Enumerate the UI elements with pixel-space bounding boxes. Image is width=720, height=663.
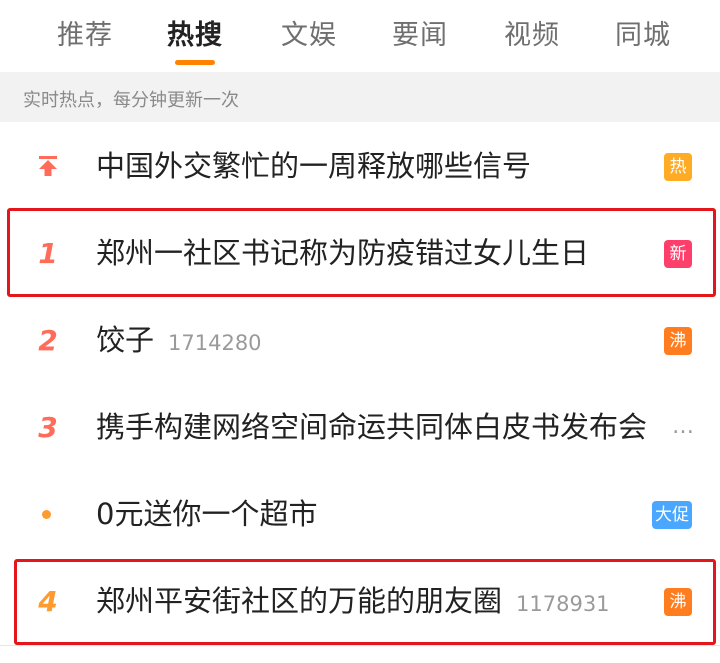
tab-video[interactable]: 视频 (504, 13, 560, 52)
tab-recommend[interactable]: 推荐 (57, 13, 113, 52)
hot-list-item-pinned[interactable]: 中国外交繁忙的一周释放哪些信号 热 (0, 122, 720, 211)
new-badge: 新 (664, 240, 692, 268)
realtime-hint-bar: 实时热点，每分钟更新一次 (0, 72, 720, 122)
boil-badge: 沸 (664, 327, 692, 355)
hot-list-item[interactable]: 4 郑州平安街社区的万能的朋友圈 1178931 沸 (0, 557, 720, 646)
rank-number: 1 (38, 236, 58, 270)
tab-entertainment[interactable]: 文娱 (281, 13, 337, 52)
dot-icon (42, 510, 51, 519)
hot-badge: 热 (664, 153, 692, 181)
promo-badge: 大促 (652, 501, 692, 529)
rank-number: 2 (38, 323, 58, 357)
boil-badge: 沸 (664, 588, 692, 616)
hot-item-title: 携手构建网络空间命运共同体白皮书发布会 (96, 410, 648, 444)
hot-item-title: 郑州平安街社区的万能的朋友圈 1178931 (96, 557, 610, 645)
tab-hot-search[interactable]: 热搜 (167, 13, 223, 52)
tab-news[interactable]: 要闻 (392, 13, 448, 52)
hot-item-title-text: 饺子 (96, 323, 155, 357)
hot-list-item[interactable]: 1 郑州一社区书记称为防疫错过女儿生日 新 (0, 209, 720, 298)
realtime-hint-text: 实时热点，每分钟更新一次 (23, 90, 239, 111)
hot-list-item[interactable]: 3 携手构建网络空间命运共同体白皮书发布会 … (0, 383, 720, 472)
active-tab-indicator (175, 60, 215, 65)
tab-local[interactable]: 同城 (615, 13, 671, 52)
hot-item-count: 1178931 (516, 592, 610, 616)
hot-list-item-promo[interactable]: 0元送你一个超市 大促 (0, 470, 720, 559)
rank-number: 4 (38, 584, 58, 618)
hot-item-title-text: 郑州平安街社区的万能的朋友圈 (96, 584, 503, 618)
hot-item-title: 饺子 1714280 (96, 296, 262, 384)
ellipsis-icon: … (672, 414, 696, 439)
hot-item-title: 中国外交繁忙的一周释放哪些信号 (96, 149, 532, 183)
hot-item-title: 郑州一社区书记称为防疫错过女儿生日 (96, 236, 590, 270)
hot-item-count: 1714280 (168, 331, 262, 355)
pin-top-icon (28, 122, 68, 210)
hot-list-item[interactable]: 2 饺子 1714280 沸 (0, 296, 720, 385)
rank-number: 3 (38, 410, 58, 444)
tab-bar: 推荐 热搜 文娱 要闻 视频 同城 (0, 0, 720, 72)
hot-item-title: 0元送你一个超市 (96, 497, 318, 531)
